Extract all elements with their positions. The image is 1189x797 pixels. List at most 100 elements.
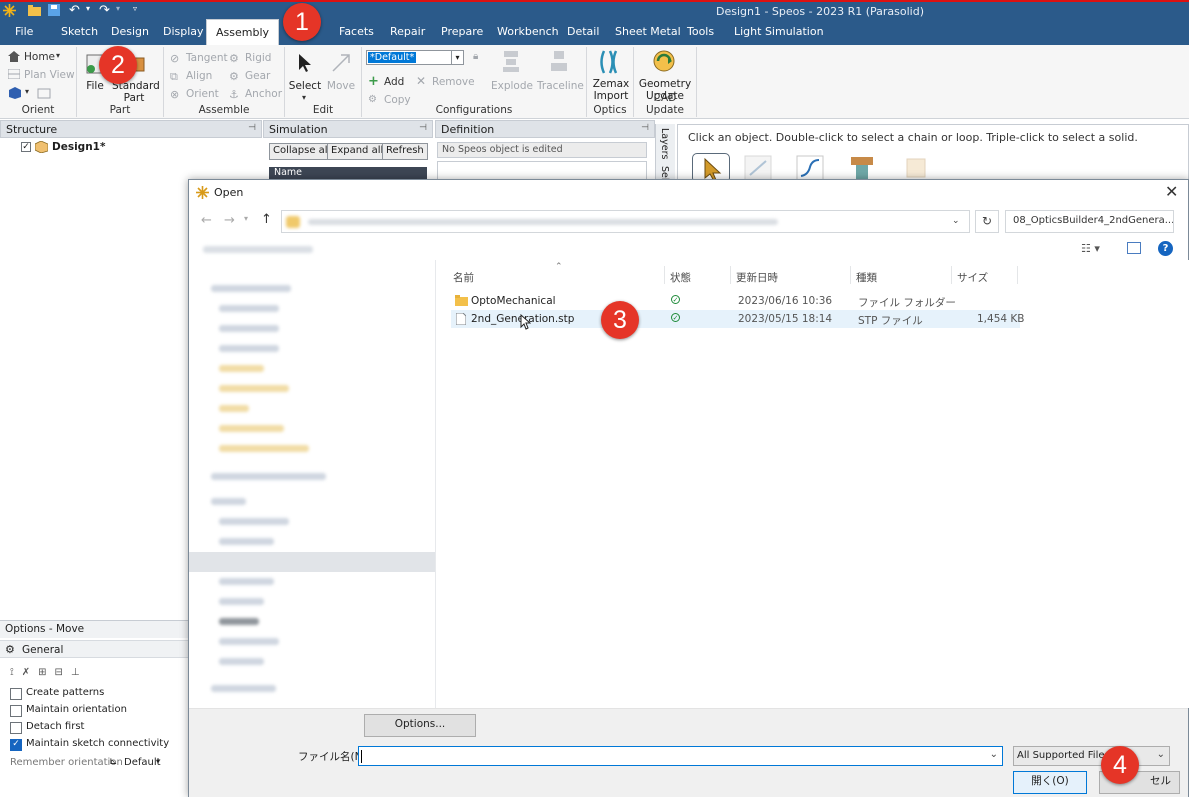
forward-arrow-icon[interactable]: →: [224, 213, 235, 228]
nav-item[interactable]: [211, 473, 326, 480]
file-button[interactable]: File: [82, 80, 108, 92]
column-divider[interactable]: [730, 266, 731, 284]
refresh-icon[interactable]: ↻: [975, 210, 999, 233]
column-header-status[interactable]: 状態: [670, 270, 691, 285]
navigation-pane[interactable]: [189, 260, 436, 708]
traceline-button[interactable]: Traceline: [537, 80, 584, 92]
tab-assembly[interactable]: Assembly: [206, 19, 280, 47]
recent-dropdown-icon[interactable]: ▾: [244, 214, 248, 223]
tab-display[interactable]: Display: [163, 19, 204, 45]
column-divider[interactable]: [1017, 266, 1018, 284]
options-tool-icons[interactable]: ⟟✗⊞⊟⊥: [10, 667, 135, 681]
view-dropdown-icon[interactable]: ▾: [25, 87, 29, 96]
zemax-import-button[interactable]: Zemax Import: [590, 78, 632, 102]
tab-design[interactable]: Design: [111, 19, 149, 45]
collapse-all-button[interactable]: Collapse all: [269, 143, 335, 160]
nav-item[interactable]: [211, 685, 276, 692]
select-body-icon[interactable]: [902, 153, 930, 181]
refresh-button[interactable]: Refresh: [382, 143, 428, 160]
configuration-combo[interactable]: *Default* ▾: [366, 50, 464, 65]
chevron-down-icon[interactable]: ▾: [451, 51, 463, 64]
structure-root-item[interactable]: Design1*: [52, 141, 105, 153]
preview-pane-icon[interactable]: [1127, 242, 1141, 254]
chevron-down-icon[interactable]: ⌄: [1157, 749, 1165, 760]
tab-file[interactable]: File: [15, 19, 33, 45]
move-button[interactable]: Move: [326, 80, 356, 92]
column-header-modified[interactable]: 更新日時: [736, 270, 778, 285]
nav-item[interactable]: [219, 658, 264, 665]
view-options-icon[interactable]: ☷ ▾: [1081, 242, 1100, 255]
pin-icon[interactable]: ⊣: [419, 123, 427, 133]
chevron-down-icon[interactable]: ⌄: [990, 749, 998, 760]
pin-icon[interactable]: ⊣: [248, 123, 256, 133]
options-general-section[interactable]: ⚙ General: [0, 640, 188, 658]
nav-item[interactable]: [219, 425, 284, 432]
expand-all-button[interactable]: Expand all: [327, 143, 388, 160]
home-button[interactable]: Home: [24, 51, 55, 63]
tab-prepare[interactable]: Prepare: [441, 19, 483, 45]
nav-item[interactable]: [219, 405, 249, 412]
filename-input[interactable]: ⌄: [358, 746, 1003, 766]
options-button[interactable]: Options...: [364, 714, 476, 737]
chevron-down-icon[interactable]: ▾: [156, 757, 160, 766]
pin-icon[interactable]: ⊣: [641, 123, 649, 133]
orient-button[interactable]: Orient: [186, 88, 219, 100]
address-bar[interactable]: ⌄: [281, 210, 970, 233]
select-button[interactable]: Select: [288, 80, 322, 92]
nav-item[interactable]: [219, 445, 309, 452]
nav-item[interactable]: [211, 285, 291, 292]
up-arrow-icon[interactable]: ↑: [261, 212, 272, 227]
add-configuration-button[interactable]: Add: [384, 76, 404, 88]
align-button[interactable]: Align: [186, 70, 212, 82]
plan-view-button[interactable]: Plan View: [24, 69, 75, 81]
home-dropdown-icon[interactable]: ▾: [56, 51, 60, 60]
column-divider[interactable]: [664, 266, 665, 284]
rigid-button[interactable]: Rigid: [245, 52, 271, 64]
nav-item[interactable]: [219, 365, 264, 372]
nav-item[interactable]: [219, 538, 274, 545]
column-divider[interactable]: [850, 266, 851, 284]
organize-new-folder-buttons[interactable]: [203, 246, 313, 253]
close-icon[interactable]: ✕: [1165, 182, 1178, 201]
nav-item[interactable]: [219, 305, 279, 312]
tangent-button[interactable]: Tangent: [186, 52, 228, 64]
select-solid-icon[interactable]: [848, 153, 876, 181]
create-patterns-checkbox[interactable]: [10, 688, 22, 700]
column-header-size[interactable]: サイズ: [957, 270, 988, 285]
open-button[interactable]: 開く(O): [1013, 771, 1087, 794]
file-type-filter[interactable]: All Supported Files ( ⌄: [1013, 746, 1170, 766]
nav-item[interactable]: [219, 598, 264, 605]
nav-item[interactable]: [219, 345, 279, 352]
tab-tools[interactable]: Tools: [687, 19, 714, 45]
search-input[interactable]: 08_OpticsBuilder4_2ndGenera...: [1005, 210, 1174, 233]
maintain-orientation-checkbox[interactable]: [10, 705, 22, 717]
column-header-type[interactable]: 種類: [856, 270, 877, 285]
nav-item-selected[interactable]: [189, 552, 435, 572]
tab-sketch[interactable]: Sketch: [61, 19, 98, 45]
orient-tool-icon[interactable]: [37, 87, 51, 99]
column-divider[interactable]: [951, 266, 952, 284]
view-cube-icon[interactable]: [9, 87, 21, 99]
select-chain-icon[interactable]: [796, 155, 824, 181]
maintain-sketch-connectivity-checkbox[interactable]: ✓: [10, 739, 22, 751]
nav-item[interactable]: [219, 385, 289, 392]
chevron-down-icon[interactable]: ⌄: [952, 216, 960, 226]
file-row[interactable]: 2nd_Generation.stp ✓ 2023/05/15 18:14 ST…: [451, 310, 1025, 328]
nav-item[interactable]: [219, 638, 279, 645]
tab-detail[interactable]: Detail: [567, 19, 599, 45]
simulation-name-column[interactable]: Name: [269, 167, 427, 179]
anchor-button[interactable]: Anchor: [245, 88, 282, 100]
back-arrow-icon[interactable]: ←: [201, 213, 212, 228]
detach-first-checkbox[interactable]: [10, 722, 22, 734]
tab-repair[interactable]: Repair: [390, 19, 425, 45]
tab-layers[interactable]: Layers: [659, 128, 670, 159]
nav-item[interactable]: [219, 325, 279, 332]
remove-configuration-button[interactable]: Remove: [432, 76, 475, 88]
nav-item[interactable]: [211, 498, 246, 505]
tab-sheet-metal[interactable]: Sheet Metal: [615, 19, 681, 45]
nav-item[interactable]: [219, 518, 289, 525]
explode-button[interactable]: Explode: [491, 80, 533, 92]
gear-button[interactable]: Gear: [245, 70, 270, 82]
select-dropdown-icon[interactable]: ▾: [302, 93, 306, 102]
help-icon[interactable]: ?: [1158, 241, 1173, 256]
